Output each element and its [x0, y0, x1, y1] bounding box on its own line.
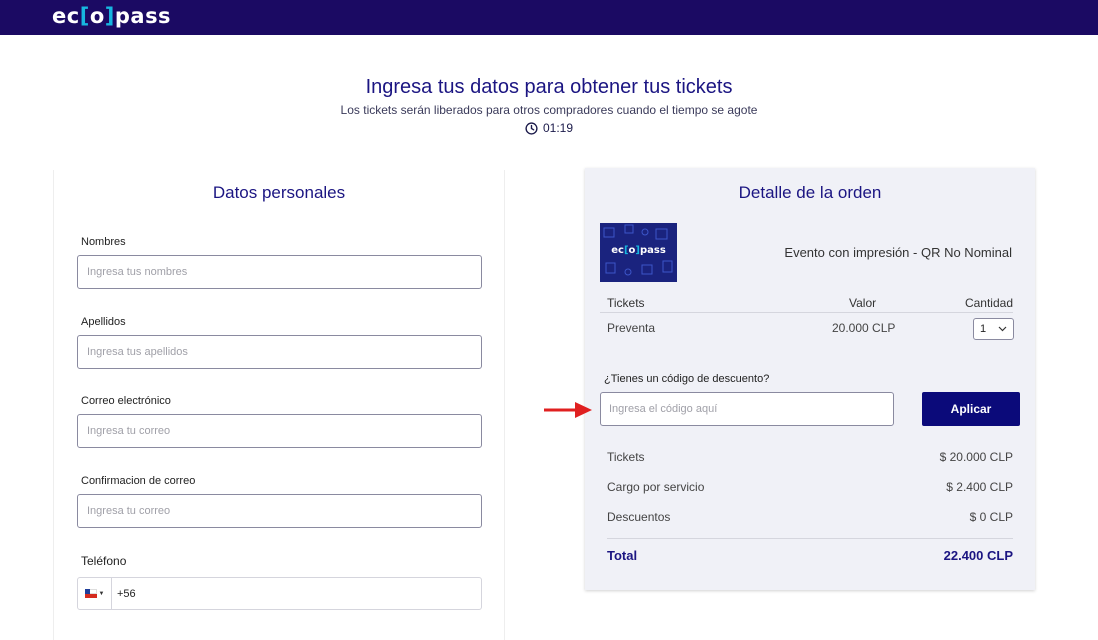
summary-service-fee-label: Cargo por servicio [607, 480, 705, 494]
top-bar: ec[o] pass [0, 0, 1098, 35]
last-name-input[interactable] [77, 335, 482, 369]
countdown-timer: 01:19 [0, 121, 1098, 135]
email-label: Correo electrónico [81, 395, 171, 407]
quantity-value: 1 [980, 323, 987, 335]
ecopass-logo[interactable]: ec[o] pass [52, 3, 171, 29]
summary-discounts-value: $ 0 CLP [969, 510, 1013, 524]
chevron-down-icon [998, 326, 1007, 332]
table-divider [600, 312, 1013, 313]
personal-data-title: Datos personales [212, 183, 346, 202]
logo-text-pass: pass [114, 4, 172, 28]
clock-icon [525, 121, 538, 135]
logo-bracket-open: [ [79, 4, 90, 28]
caret-down-icon: ▼ [98, 590, 105, 597]
ticket-price: 20.000 CLP [832, 321, 896, 335]
order-detail-panel: Detalle de la orden ec[o]pass Evento con… [585, 168, 1035, 590]
phone-field: ▼ +56 [77, 577, 482, 610]
personal-data-panel: Datos personales Nombres Apellidos Corre… [53, 170, 505, 640]
apply-discount-button[interactable]: Aplicar [922, 392, 1020, 426]
first-name-input[interactable] [77, 255, 482, 289]
page-subtitle: Los tickets serán liberados para otros c… [340, 103, 758, 117]
value-column-header: Valor [849, 296, 877, 310]
last-name-label: Apellidos [81, 316, 126, 328]
email-confirm-label: Confirmacion de correo [81, 475, 196, 487]
quantity-column-header: Cantidad [964, 296, 1013, 310]
logo-bracket-close: ] [104, 4, 115, 28]
total-label: Total [607, 548, 638, 563]
summary-service-fee-value: $ 2.400 CLP [946, 480, 1013, 494]
annotation-arrow-icon [544, 402, 592, 418]
phone-label: Teléfono [81, 554, 127, 568]
total-value: 22.400 CLP [943, 548, 1013, 563]
discount-code-label: ¿Tienes un código de descuento? [604, 373, 770, 385]
timer-value: 01:19 [542, 121, 574, 135]
email-confirm-input[interactable] [77, 494, 482, 528]
phone-input[interactable]: +56 [112, 588, 136, 600]
order-detail-title: Detalle de la orden [738, 183, 882, 202]
logo-text-o: o [89, 4, 105, 28]
event-name: Evento con impresión - QR No Nominal [784, 245, 1012, 260]
quantity-select[interactable]: 1 [973, 318, 1014, 340]
email-input[interactable] [77, 414, 482, 448]
event-thumbnail-logo: ec[o]pass [611, 245, 666, 256]
country-code-selector[interactable]: ▼ [78, 578, 112, 609]
chile-flag-icon [84, 589, 97, 598]
first-name-label: Nombres [81, 236, 126, 248]
discount-code-input[interactable] [600, 392, 894, 426]
summary-tickets-value: $ 20.000 CLP [939, 450, 1013, 464]
page-title: Ingresa tus datos para obtener tus ticke… [365, 76, 733, 98]
event-thumbnail: ec[o]pass [600, 223, 677, 282]
tickets-column-header: Tickets [607, 296, 645, 310]
logo-text-ec: ec [52, 4, 80, 28]
summary-divider [607, 538, 1013, 539]
ticket-type: Preventa [607, 321, 656, 335]
summary-discounts-label: Descuentos [607, 510, 671, 524]
summary-tickets-label: Tickets [607, 450, 645, 464]
